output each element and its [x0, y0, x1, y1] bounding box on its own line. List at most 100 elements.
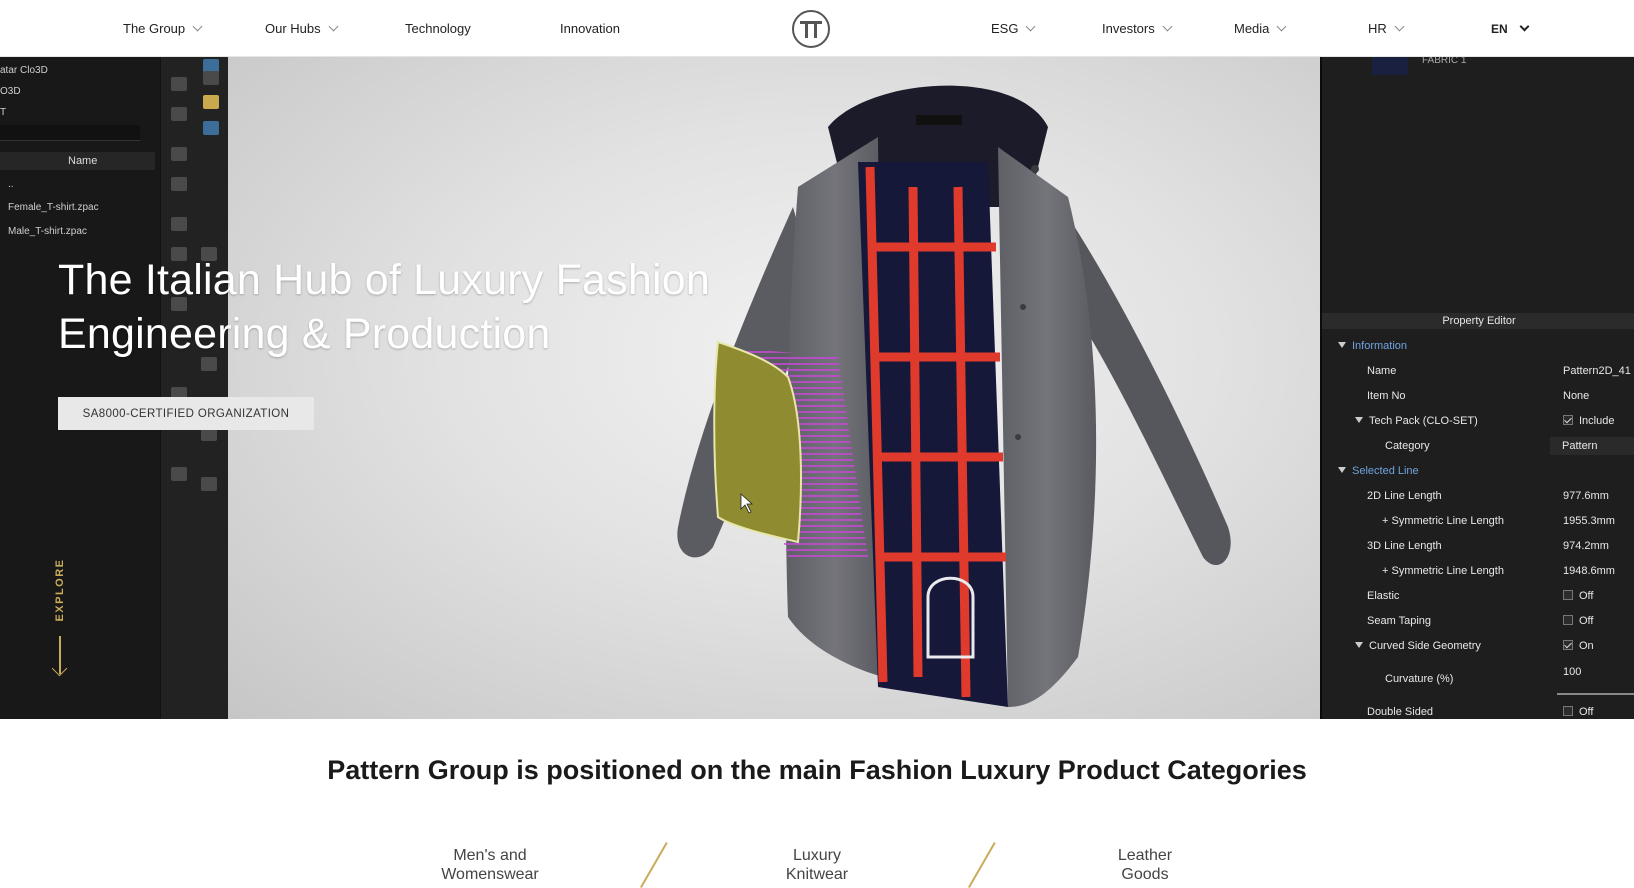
prop-value: Off [1579, 615, 1594, 627]
cad-tool-icon [201, 477, 217, 491]
jacket-3d-viewport [228, 57, 1320, 719]
prop-label: Tech Pack (CLO-SET) [1369, 415, 1478, 427]
prop-value: 974.2mm [1563, 540, 1609, 552]
cad-tool-icon [171, 147, 187, 161]
nav-hr[interactable]: HR [1368, 0, 1405, 57]
checkbox-icon [1563, 590, 1573, 600]
prop-label: Category [1385, 440, 1430, 452]
prop-row-double-sided: Double Sided Off [1322, 703, 1634, 719]
explore-scroll-button[interactable]: EXPLORE [48, 548, 72, 678]
checkbox-icon [1563, 640, 1573, 650]
chevron-down-icon [1276, 21, 1287, 32]
expand-triangle-icon [1338, 467, 1346, 473]
prop-value: 1955.3mm [1563, 515, 1615, 527]
category-leather-goods[interactable]: Leather Goods [1065, 846, 1225, 884]
prop-label: Item No [1367, 390, 1406, 402]
prop-row-curved-side: Curved Side Geometry On [1322, 637, 1634, 657]
jacket-button [1031, 165, 1039, 173]
cad-tool-icon [171, 217, 187, 231]
prop-label: + Symmetric Line Length [1382, 565, 1504, 577]
chevron-down-icon [1394, 21, 1405, 32]
prop-label: 2D Line Length [1367, 490, 1442, 502]
cad-item: O3D [0, 86, 21, 97]
site-header: The Group Our Hubs Technology Innovation… [0, 0, 1634, 57]
cad-item: atar Clo3D [0, 65, 48, 76]
category-luxury-knitwear[interactable]: Luxury Knitwear [737, 846, 897, 884]
prop-value: Off [1579, 706, 1594, 718]
nav-innovation[interactable]: Innovation [560, 0, 620, 57]
nav-our-hubs-label: Our Hubs [265, 21, 321, 36]
nav-investors-label: Investors [1102, 21, 1155, 36]
prop-row-tech-pack: Tech Pack (CLO-SET) Include [1322, 412, 1634, 432]
prop-row-name: Name Pattern2D_41 [1322, 362, 1634, 382]
cad-file: Female_T-shirt.zpac [8, 202, 99, 213]
chevron-down-icon [1519, 21, 1530, 32]
cad-file: Male_T-shirt.zpac [8, 226, 87, 237]
prop-label: Information [1352, 340, 1408, 352]
language-selector[interactable]: EN [1491, 0, 1530, 57]
categories-title: Pattern Group is positioned on the main … [327, 755, 1307, 785]
checkbox-icon [1563, 615, 1573, 625]
nav-investors[interactable]: Investors [1102, 0, 1173, 57]
prop-value: Pattern [1550, 437, 1634, 455]
sa8000-certification-button[interactable]: SA8000-CERTIFIED ORGANIZATION [58, 397, 314, 430]
cad-tool-icon [171, 177, 187, 191]
category-divider [968, 842, 996, 888]
chevron-down-icon [1162, 21, 1173, 32]
prop-label: Curvature (%) [1385, 673, 1454, 685]
property-editor-panel: FABRIC 1 Property Editor Information Nam… [1320, 57, 1634, 719]
prop-label: Curved Side Geometry [1369, 640, 1481, 652]
arrow-down-head [51, 660, 68, 677]
cad-file-browser: atar Clo3D O3D T Name .. Female_T-shirt.… [0, 57, 228, 719]
checkbox-icon [1563, 415, 1573, 425]
nav-our-hubs[interactable]: Our Hubs [265, 0, 339, 57]
hero-title-line2: Engineering & Production [58, 310, 551, 358]
prop-label: Elastic [1367, 590, 1400, 602]
cad-toolbar [160, 57, 228, 719]
category-line1: Luxury [792, 847, 842, 864]
fabric-label: FABRIC 1 [1422, 57, 1467, 66]
nav-the-group[interactable]: The Group [123, 0, 203, 57]
category-line1: Men's and [453, 847, 527, 864]
jacket-right-panel [998, 147, 1097, 707]
prop-value: None [1563, 390, 1590, 402]
cad-tool-icon [203, 95, 219, 109]
hero-title-line1: The Italian Hub of Luxury Fashion [58, 256, 710, 304]
cad-search-field [0, 125, 140, 141]
prop-row-information: Information [1322, 337, 1634, 357]
prop-row-2d-length: 2D Line Length 977.6mm [1322, 487, 1634, 507]
pattern-logo-icon[interactable] [792, 10, 830, 48]
nav-innovation-label: Innovation [560, 21, 620, 36]
prop-row-curvature: Curvature (%) 100 [1322, 666, 1634, 690]
nav-media[interactable]: Media [1234, 0, 1287, 57]
prop-row-3d-length: 3D Line Length 974.2mm [1322, 537, 1634, 557]
cad-file: .. [8, 179, 14, 190]
hero-title: The Italian Hub of Luxury Fashion Engine… [58, 253, 778, 361]
prop-row-selected-line: Selected Line [1322, 462, 1634, 482]
hero-banner: atar Clo3D O3D T Name .. Female_T-shirt.… [0, 57, 1634, 719]
chevron-down-icon [1026, 21, 1036, 32]
checkbox-icon [1563, 706, 1573, 716]
property-editor-title: Property Editor [1322, 313, 1634, 329]
prop-row-sym-3d: + Symmetric Line Length 1948.6mm [1322, 562, 1634, 582]
expand-triangle-icon [1338, 342, 1346, 348]
prop-value: Include [1579, 415, 1615, 427]
nav-technology[interactable]: Technology [405, 0, 471, 57]
prop-value: Pattern2D_41 [1563, 365, 1631, 377]
prop-label: Double Sided [1367, 706, 1434, 718]
prop-label: Selected Line [1352, 465, 1419, 477]
prop-value: Off [1579, 590, 1594, 602]
expand-triangle-icon [1355, 642, 1363, 648]
prop-value: 1948.6mm [1563, 565, 1615, 577]
jacket-label [916, 115, 962, 125]
category-mens-womenswear[interactable]: Men's and Womenswear [410, 846, 570, 884]
nav-esg[interactable]: ESG [991, 0, 1036, 57]
nav-hr-label: HR [1368, 21, 1387, 36]
prop-row-category: Category Pattern [1322, 437, 1634, 457]
cad-tool-icon [203, 71, 219, 85]
chevron-down-icon [328, 21, 339, 32]
prop-label: 3D Line Length [1367, 540, 1442, 552]
nav-technology-label: Technology [405, 21, 471, 36]
prop-value: On [1579, 640, 1594, 652]
prop-row-item-no: Item No None [1322, 387, 1634, 407]
